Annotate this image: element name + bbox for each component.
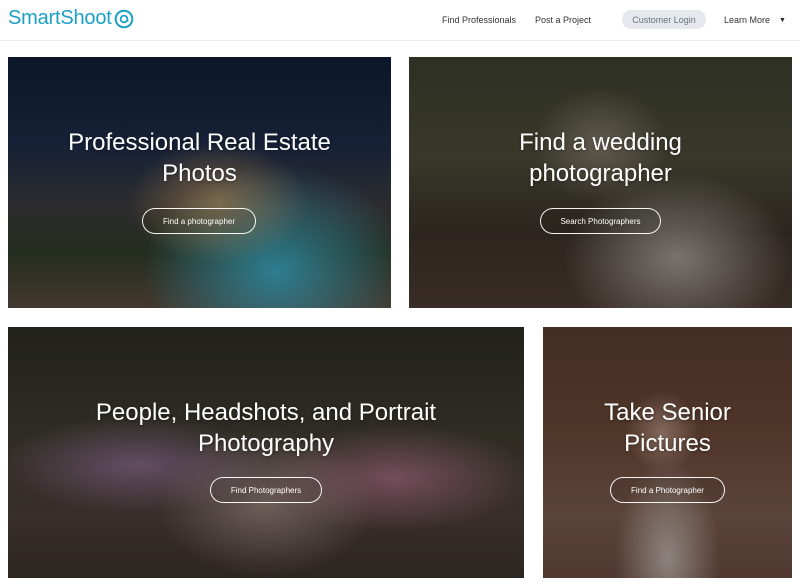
nav-post-project[interactable]: Post a Project — [535, 15, 591, 25]
nav-learn-more[interactable]: Learn More ▼ — [724, 15, 786, 25]
card-title-line: Find a wedding — [519, 129, 682, 156]
card-wedding[interactable]: Find a wedding photographer Search Photo… — [409, 57, 792, 308]
search-photographers-button[interactable]: Search Photographers — [540, 208, 661, 234]
learn-more-label: Learn More — [724, 15, 771, 25]
card-title-line: Photos — [162, 160, 237, 187]
find-photographer-button[interactable]: Find a photographer — [142, 208, 256, 234]
find-photographers-button[interactable]: Find Photographers — [210, 477, 322, 503]
card-title-line: photographer — [529, 160, 672, 187]
card-portrait[interactable]: People, Headshots, and Portrait Photogra… — [8, 327, 524, 578]
customer-login-button[interactable]: Customer Login — [622, 10, 706, 29]
card-title-line: Photography — [197, 430, 335, 457]
chevron-down-icon: ▼ — [779, 16, 786, 24]
card-title-line: Professional Real Estate — [68, 129, 331, 156]
card-title-line: Take Senior — [604, 399, 731, 426]
find-a-photographer-button[interactable]: Find a Photographer — [610, 477, 725, 503]
card-title-line: People, Headshots, and Portrait — [95, 399, 437, 426]
card-title-line: Pictures — [624, 430, 711, 457]
camera-lens-icon — [114, 9, 133, 28]
logo-text: SmartShoot — [8, 7, 112, 29]
card-real-estate[interactable]: Professional Real Estate Photos Find a p… — [8, 57, 391, 308]
card-senior[interactable]: Take Senior Pictures Find a Photographer — [543, 327, 792, 578]
site-header: SmartShoot Find Professionals Post a Pro… — [0, 0, 800, 41]
nav-find-professionals[interactable]: Find Professionals — [442, 15, 516, 25]
smartshoot-logo[interactable]: SmartShoot — [8, 7, 134, 30]
